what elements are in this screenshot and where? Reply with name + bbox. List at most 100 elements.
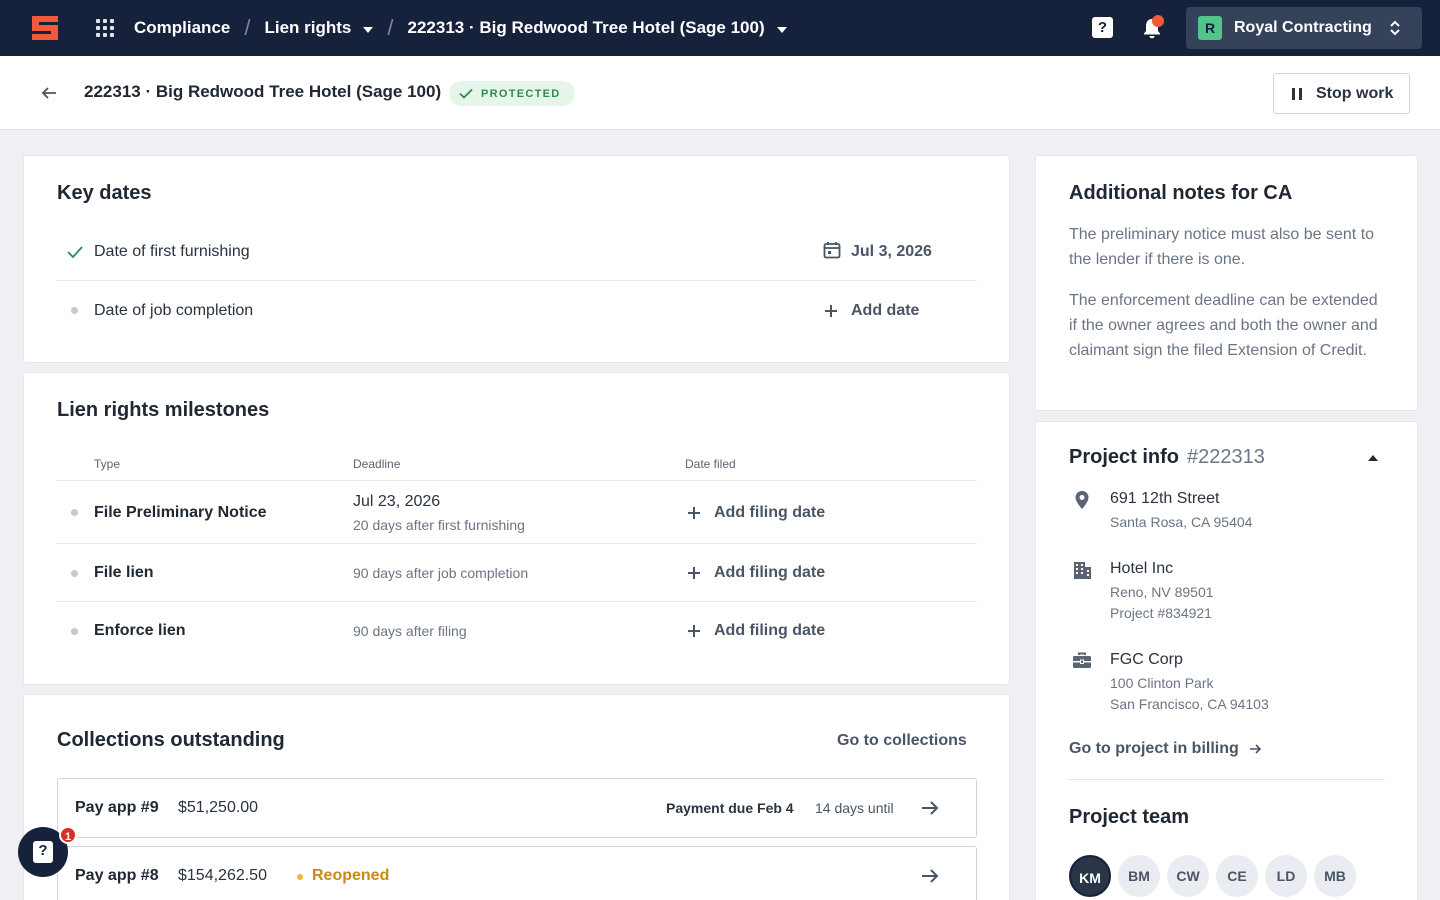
notes-card: Additional notes for CA The preliminary … <box>1035 155 1418 411</box>
arrow-right-icon <box>922 801 939 815</box>
add-filing-date-button[interactable]: Add filing date <box>688 504 825 522</box>
key-date-label: Date of first furnishing <box>94 243 250 260</box>
add-filing-date-button[interactable]: Add filing date <box>688 622 825 640</box>
plus-icon <box>688 567 700 579</box>
pay-app-amount: $51,250.00 <box>178 799 259 816</box>
add-date-button[interactable]: Add date <box>825 302 919 320</box>
breadcrumb-project[interactable]: 222313 · Big Redwood Tree Hotel (Sage 10… <box>408 18 787 38</box>
chevron-down-icon <box>776 27 787 33</box>
project-info-title: Project info <box>1069 446 1180 468</box>
avatar[interactable]: CW <box>1167 855 1209 897</box>
gc-street: 100 Clinton Park <box>1110 675 1214 691</box>
avatar[interactable]: BM <box>1118 855 1160 897</box>
apps-grid-icon[interactable] <box>96 19 114 37</box>
key-date-label: Date of job completion <box>94 302 254 319</box>
column-header-type: Type <box>94 457 121 471</box>
divider <box>1069 779 1385 780</box>
milestone-deadline-note: 20 days after first furnishing <box>353 517 525 533</box>
avatar[interactable]: KM <box>1069 855 1111 897</box>
pay-app-label: Pay app #8 <box>75 867 159 884</box>
org-avatar: R <box>1198 16 1222 40</box>
avatar[interactable]: LD <box>1265 855 1307 897</box>
briefcase-icon <box>1073 652 1091 668</box>
reopened-status: Reopened <box>312 867 390 884</box>
status-badge-label: PROTECTED <box>481 87 561 100</box>
project-address: 691 12th Street <box>1110 490 1220 507</box>
switch-org-icon <box>1390 20 1400 36</box>
notification-dot <box>1152 15 1164 27</box>
pending-dot <box>71 509 78 516</box>
chevron-down-icon <box>363 27 374 33</box>
building-icon <box>1074 562 1091 579</box>
note-paragraph: The enforcement deadline can be extended… <box>1069 292 1378 359</box>
milestone-type: Enforce lien <box>94 622 186 639</box>
avatar[interactable]: MB <box>1314 855 1356 897</box>
chevron-up-icon[interactable] <box>1368 455 1378 461</box>
calendar-icon <box>823 242 841 259</box>
page-title: 222313 · Big Redwood Tree Hotel (Sage 10… <box>84 82 442 101</box>
breadcrumb-compliance[interactable]: Compliance <box>134 18 230 38</box>
milestone-type: File Preliminary Notice <box>94 504 267 521</box>
breadcrumb-separator: / <box>244 15 251 40</box>
go-to-collections-link[interactable]: Go to collections <box>837 732 967 750</box>
collections-title: Collections outstanding <box>57 729 285 751</box>
column-header-date-filed: Date filed <box>685 457 736 471</box>
gc-city: San Francisco, CA 94103 <box>1110 696 1269 712</box>
pending-dot <box>71 628 78 635</box>
project-number: #222313 <box>1187 446 1265 468</box>
pay-app-row[interactable]: Pay app #8 $154,262.50 Reopened <box>57 846 977 900</box>
note-paragraph: The preliminary notice must also be sent… <box>1069 226 1375 268</box>
milestone-deadline-note: 90 days after filing <box>353 623 467 639</box>
location-pin-icon <box>1075 491 1089 509</box>
days-until: 14 days until <box>815 800 894 816</box>
project-city: Santa Rosa, CA 95404 <box>1110 514 1253 530</box>
key-dates-card: Key dates Date of first furnishing Jul 3… <box>23 155 1010 363</box>
milestone-deadline-note: 90 days after job completion <box>353 565 529 581</box>
status-dot <box>297 874 303 880</box>
org-name: Royal Contracting <box>1234 19 1372 36</box>
org-switcher[interactable]: R Royal Contracting <box>1186 7 1422 49</box>
milestones-card: Lien rights milestones Type Deadline Dat… <box>23 372 1010 685</box>
arrow-right-icon <box>1249 744 1261 754</box>
help-icon[interactable]: ? <box>1092 17 1113 38</box>
first-furnishing-date[interactable]: Jul 3, 2026 <box>851 243 932 261</box>
stop-work-button[interactable]: Stop work <box>1273 73 1410 114</box>
logo-icon[interactable] <box>28 12 62 44</box>
notes-title: Additional notes for CA <box>1069 182 1293 204</box>
pending-dot <box>71 570 78 577</box>
page-header: 222313 · Big Redwood Tree Hotel (Sage 10… <box>0 56 1440 130</box>
owner-project-number: Project #834921 <box>1110 605 1212 621</box>
milestone-type: File lien <box>94 564 154 581</box>
key-date-row: Date of first furnishing Jul 3, 2026 <box>57 222 977 281</box>
stop-work-label: Stop work <box>1316 84 1394 102</box>
check-icon <box>67 246 83 258</box>
table-row: Enforce lien 90 days after filing Add fi… <box>57 602 977 660</box>
breadcrumb-separator: / <box>387 15 394 40</box>
avatar[interactable]: CE <box>1216 855 1258 897</box>
breadcrumb-lien-rights[interactable]: Lien rights <box>264 18 374 38</box>
key-dates-title: Key dates <box>57 182 152 204</box>
pay-app-amount: $154,262.50 <box>178 867 267 884</box>
project-info-card: Project info #222313 691 12th Street San… <box>1035 421 1418 900</box>
status-badge: PROTECTED <box>449 81 575 106</box>
arrow-right-icon <box>922 869 939 883</box>
top-nav: Compliance / Lien rights / 222313 · Big … <box>0 0 1440 56</box>
milestones-title: Lien rights milestones <box>57 399 270 421</box>
pay-app-row[interactable]: Pay app #9 $51,250.00 Payment due Feb 4 … <box>57 778 977 838</box>
breadcrumb: Compliance / Lien rights / 222313 · Big … <box>134 0 787 56</box>
check-icon <box>459 88 473 99</box>
help-icon: ? <box>33 841 53 863</box>
table-row: File Preliminary Notice Jul 23, 2026 20 … <box>57 481 977 544</box>
owner-city: Reno, NV 89501 <box>1110 584 1214 600</box>
gc-name: FGC Corp <box>1110 651 1183 668</box>
table-row: File lien 90 days after job completion A… <box>57 544 977 602</box>
support-badge: 1 <box>59 826 77 844</box>
add-filing-date-button[interactable]: Add filing date <box>688 564 825 582</box>
pay-app-label: Pay app #9 <box>75 799 159 816</box>
plus-icon <box>688 507 700 519</box>
collections-card: Collections outstanding Go to collection… <box>23 694 1010 900</box>
plus-icon <box>688 625 700 637</box>
go-to-project-billing-link[interactable]: Go to project in billing <box>1069 740 1262 758</box>
milestone-deadline: Jul 23, 2026 <box>353 493 441 510</box>
back-arrow-icon[interactable] <box>40 84 58 102</box>
